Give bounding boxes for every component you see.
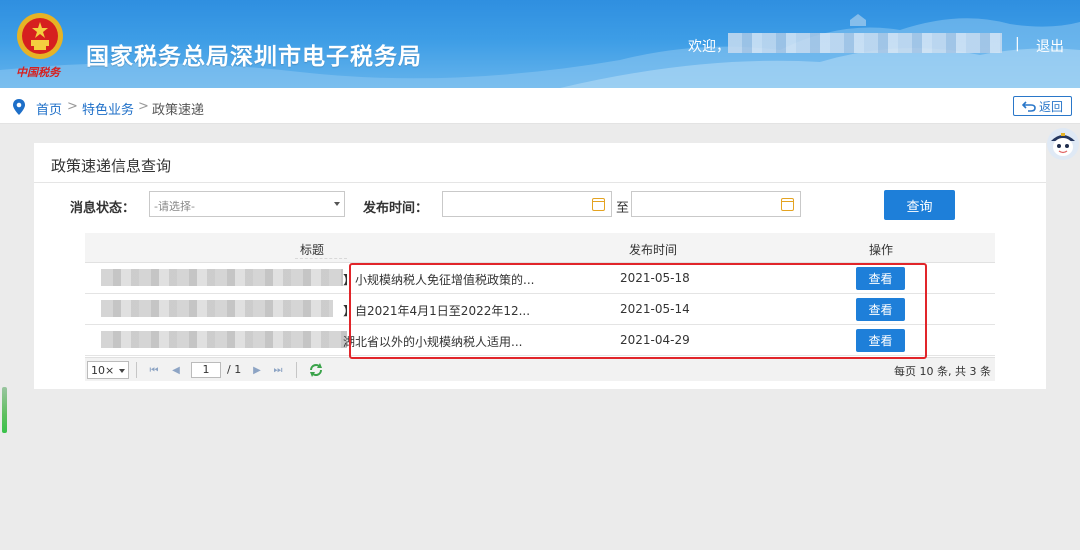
- page-size-value: 10: [91, 364, 105, 377]
- site-title: 国家税务总局深圳市电子税务局: [86, 44, 422, 70]
- column-header-action: 操作: [869, 243, 894, 257]
- breadcrumb-current: 政策速递: [152, 103, 205, 118]
- pagination-bar: 10× ⏮ ◀ 1 / 1 ▶ ⏭ 每页 10 条, 共 3 条: [85, 357, 995, 381]
- panel-divider: [34, 182, 1046, 183]
- breadcrumb-section-link[interactable]: 特色业务: [82, 99, 134, 118]
- back-button-label: 返回: [1038, 99, 1063, 114]
- calendar-icon[interactable]: [592, 198, 605, 211]
- redacted-text: [101, 269, 343, 286]
- row-date: 2021-05-14: [620, 302, 690, 316]
- page-size-select[interactable]: 10×: [87, 361, 129, 379]
- welcome-text: 欢迎，: [688, 39, 730, 55]
- chevron-down-icon: [119, 369, 125, 373]
- table-row: 湖北省以外的小规模纳税人适用... 2021-04-29 查看: [85, 325, 995, 356]
- breadcrumb-separator: >: [67, 99, 78, 114]
- panel-title: 政策速递信息查询: [51, 157, 172, 175]
- page-size-suffix: ×: [105, 364, 115, 377]
- row-date: 2021-04-29: [620, 333, 690, 347]
- breadcrumb: 首页 > 特色业务 > 政策速递: [0, 88, 1080, 124]
- table-row: 】小规模纳税人免征增值税政策的... 2021-05-18 查看: [85, 263, 995, 294]
- table-header: 标题 发布时间 操作: [85, 233, 995, 263]
- table-row: 】自2021年4月1日至2022年12... 2021-05-14 查看: [85, 294, 995, 325]
- policy-table: 标题 发布时间 操作 】小规模纳税人免征增值税政策的... 2021-05-18…: [85, 233, 995, 381]
- column-header-title: 标题: [300, 243, 325, 257]
- pagination-info: 每页 10 条, 共 3 条: [894, 365, 991, 378]
- refresh-icon[interactable]: [308, 362, 324, 378]
- chevron-down-icon: [334, 202, 340, 206]
- status-label: 消息状态：: [70, 201, 136, 216]
- breadcrumb-separator: >: [138, 99, 149, 114]
- next-page-icon[interactable]: ▶: [250, 363, 264, 377]
- page-number-input[interactable]: 1: [191, 362, 221, 378]
- site-header: 中国税务 国家税务总局深圳市电子税务局 欢迎， | 退出: [0, 0, 1080, 88]
- last-page-icon[interactable]: ⏭: [271, 363, 285, 377]
- breadcrumb-home-link[interactable]: 首页: [36, 99, 62, 118]
- date-range-separator: 至: [616, 201, 630, 216]
- redacted-text: [101, 300, 333, 317]
- prev-page-icon[interactable]: ◀: [169, 363, 183, 377]
- back-arrow-icon: [1021, 100, 1036, 112]
- end-date-input[interactable]: [631, 191, 801, 217]
- start-date-input[interactable]: [442, 191, 612, 217]
- status-select[interactable]: -请选择-: [149, 191, 345, 217]
- first-page-icon[interactable]: ⏮: [147, 363, 161, 377]
- query-button[interactable]: 查询: [884, 190, 955, 220]
- row-date: 2021-05-18: [620, 271, 690, 285]
- view-button[interactable]: 查看: [856, 267, 905, 290]
- total-pages: / 1: [227, 363, 242, 376]
- assistant-robot-icon[interactable]: [1046, 127, 1080, 161]
- calendar-icon[interactable]: [781, 198, 794, 211]
- side-scroll-indicator[interactable]: [2, 387, 7, 433]
- policy-query-panel: 政策速递信息查询 消息状态： -请选择- 发布时间： 至 查询 标题 发布时间 …: [34, 143, 1046, 389]
- tax-emblem-icon: [17, 13, 63, 59]
- location-pin-icon: [13, 99, 25, 115]
- pager-divider: [296, 362, 297, 378]
- status-select-value: -请选择-: [154, 200, 195, 213]
- redacted-text: [101, 331, 347, 348]
- username-redacted: [728, 33, 1002, 53]
- pager-divider: [136, 362, 137, 378]
- date-label: 发布时间：: [363, 201, 429, 216]
- back-button[interactable]: 返回: [1013, 96, 1072, 116]
- view-button[interactable]: 查看: [856, 298, 905, 321]
- emblem-caption: 中国税务: [16, 66, 60, 79]
- header-separator: |: [1015, 36, 1020, 52]
- row-title: 】小规模纳税人免征增值税政策的...: [343, 273, 535, 287]
- view-button[interactable]: 查看: [856, 329, 905, 352]
- row-title: 】自2021年4月1日至2022年12...: [343, 304, 531, 318]
- logout-link[interactable]: 退出: [1036, 36, 1064, 56]
- row-title: 湖北省以外的小规模纳税人适用...: [343, 335, 523, 349]
- column-header-date: 发布时间: [629, 243, 678, 257]
